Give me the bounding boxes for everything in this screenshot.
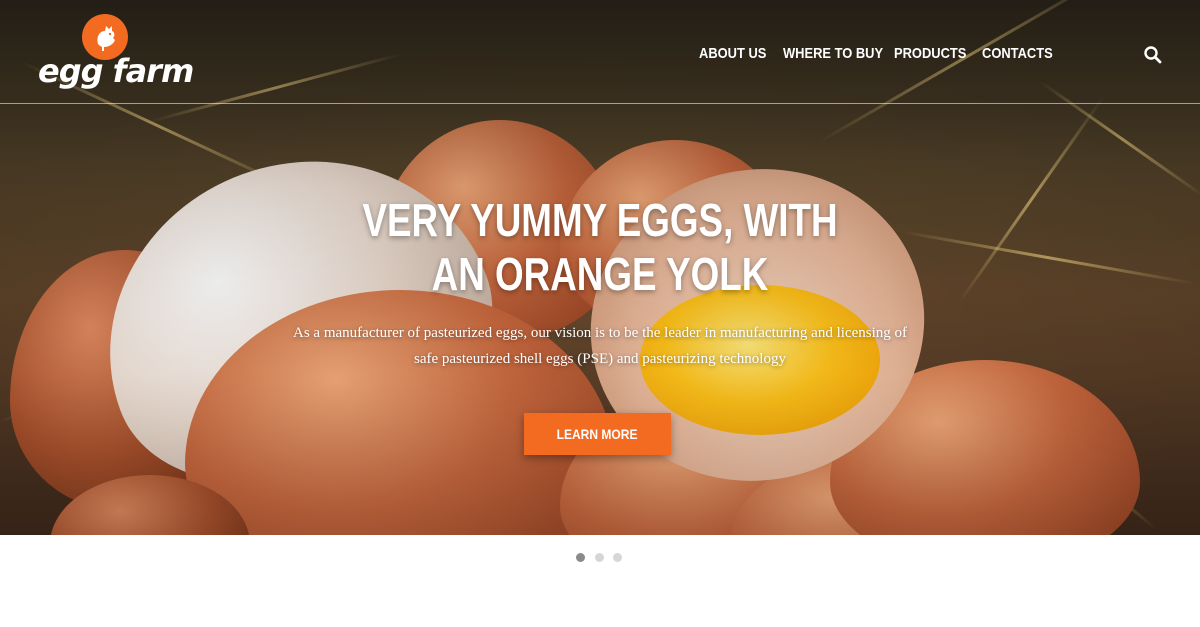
learn-more-label: LEARN MORE [557,426,638,442]
carousel-dot-1[interactable] [576,553,585,562]
carousel-indicators [576,553,626,563]
search-icon[interactable] [1143,45,1163,65]
hero-headline: VERY YUMMY EGGS, WITH AN ORANGE YOLK [362,194,838,300]
learn-more-button[interactable]: LEARN MORE [524,413,671,455]
nav-item-products[interactable]: PRODUCTS [894,45,966,62]
carousel-dot-3[interactable] [613,553,622,562]
carousel-dot-2[interactable] [595,553,604,562]
hero-description: As a manufacturer of pasteurized eggs, o… [293,325,907,367]
brand-name: egg farm [38,52,194,90]
nav-item-contacts[interactable]: CONTACTS [982,45,1053,62]
brand-logo[interactable]: egg farm [38,14,194,90]
nav-item-where-to-buy[interactable]: WHERE TO BUY [783,45,883,62]
nav-item-about-us[interactable]: ABOUT US [699,45,766,62]
site-header: egg farm ABOUT US WHERE TO BUY PRODUCTS … [0,0,1200,104]
